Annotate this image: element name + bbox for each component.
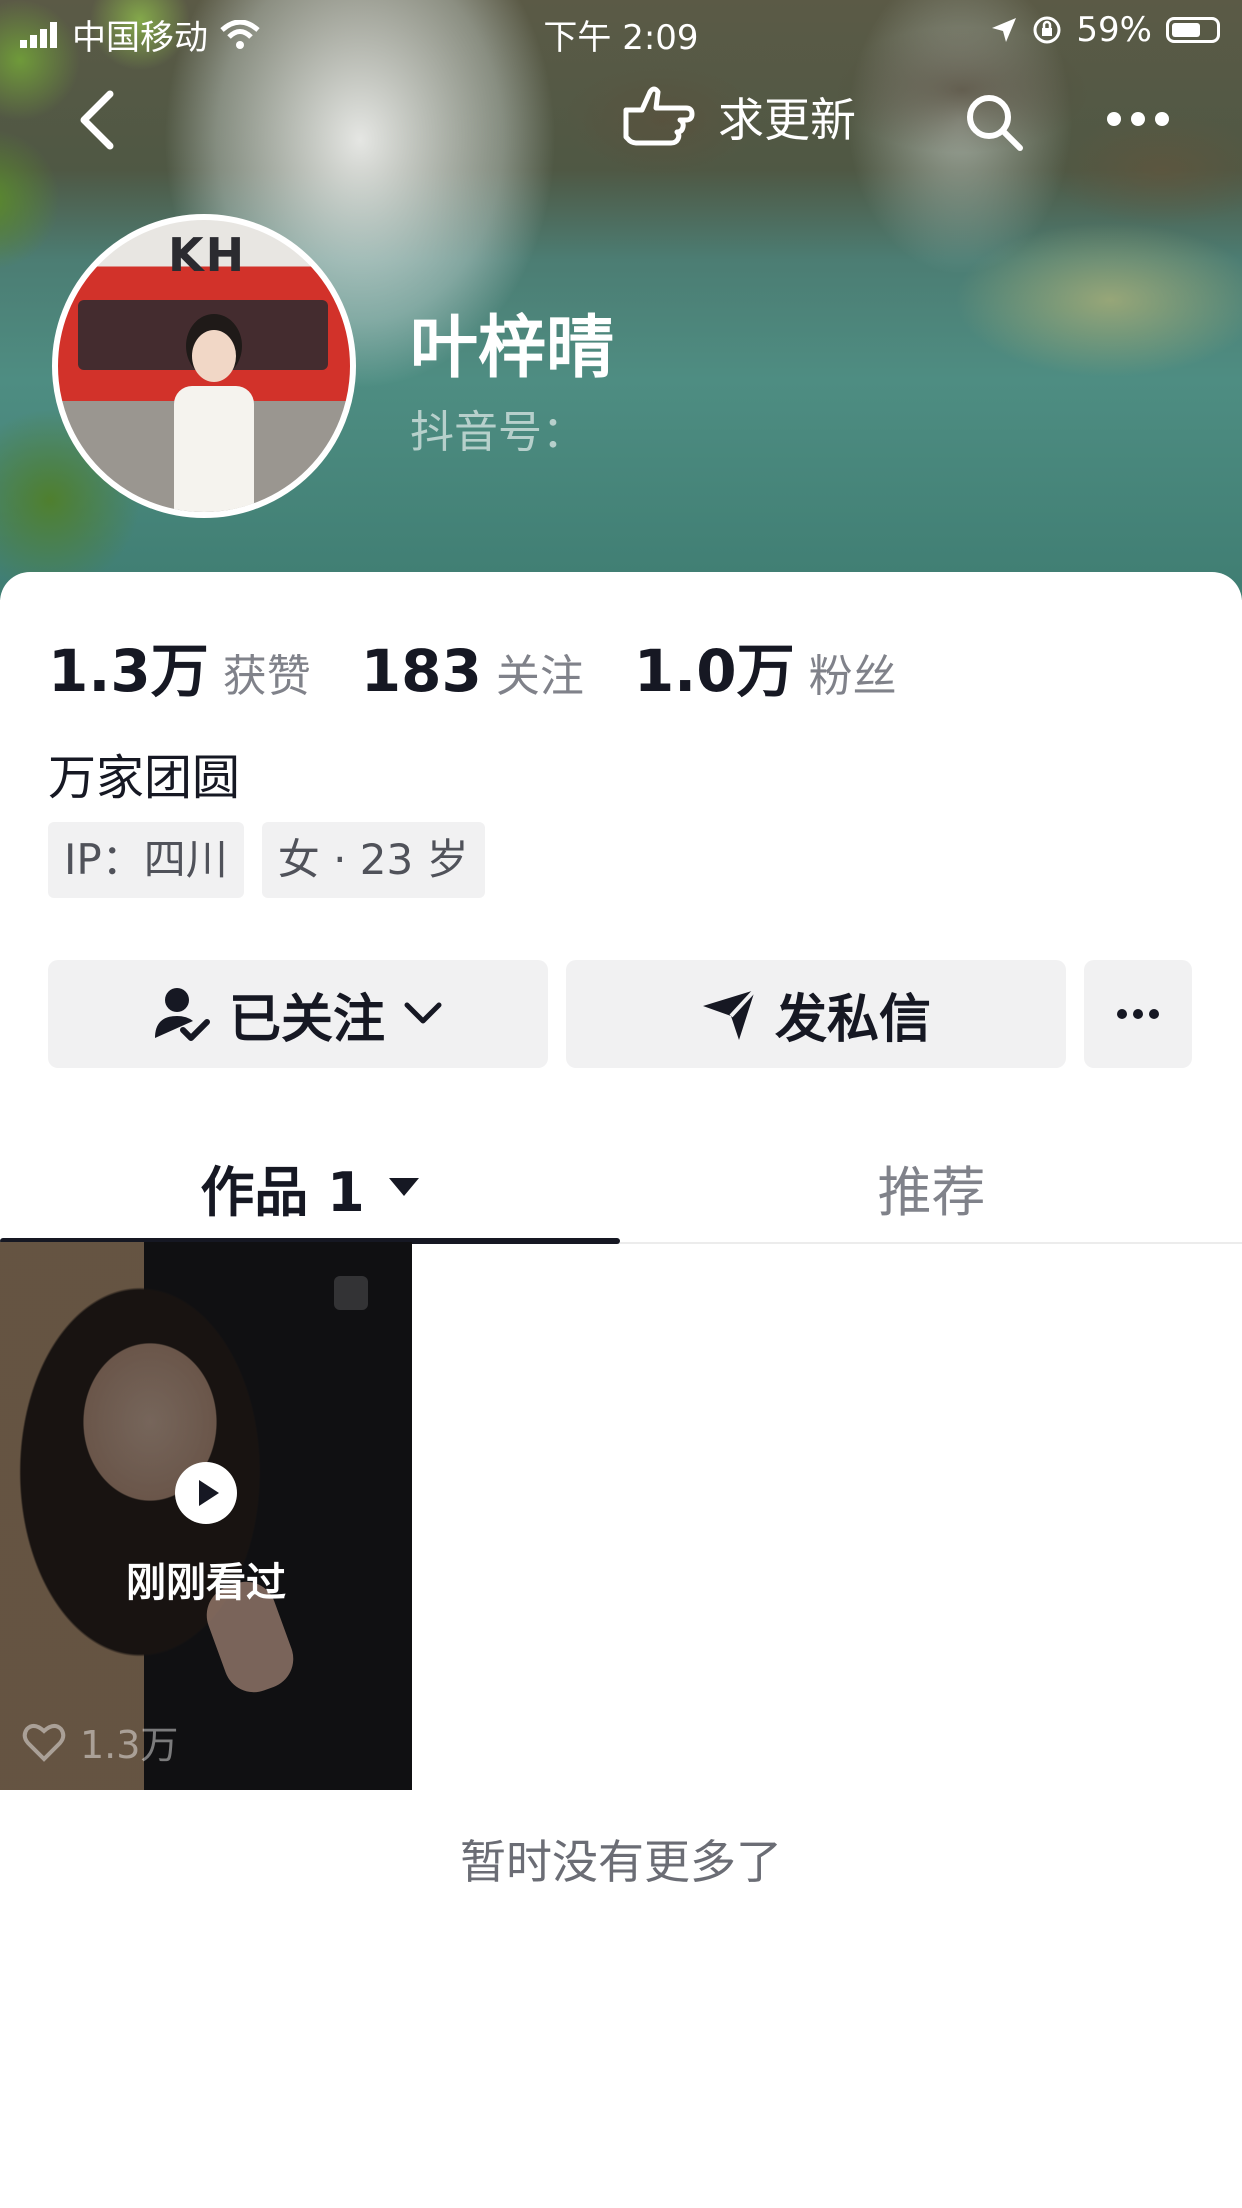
thumbnail-corner-box (334, 1276, 368, 1310)
top-nav: 求更新 (0, 70, 1242, 170)
tag-ip-location: IP：四川 (48, 822, 244, 898)
stat-followers-label: 粉丝 (808, 651, 897, 702)
user-check-icon (154, 988, 210, 1041)
followed-label: 已关注 (228, 989, 385, 1050)
profile-panel: 1.3万 获赞 183 关注 1.0万 粉丝 万家团圆 IP：四川 女 · 23… (0, 572, 1242, 2208)
avatar-bus-sign: KH (168, 228, 247, 282)
avatar-person-head (192, 330, 236, 382)
status-bar: 中国移动 下午 2:09 59% (0, 0, 1242, 62)
more-dots-icon (1107, 112, 1169, 126)
tab-recommend[interactable]: 推荐 (621, 1132, 1242, 1242)
just-watched-label: 刚刚看过 (126, 1560, 286, 1606)
send-icon (702, 988, 757, 1040)
video-likes-count: 1.3万 (80, 1723, 179, 1767)
tab-works[interactable]: 作品 1 (0, 1132, 621, 1242)
content-tabs: 作品 1 推荐 (0, 1132, 1242, 1244)
chevron-down-icon (404, 1002, 442, 1024)
play-icon (175, 1462, 237, 1524)
douyin-id[interactable]: 抖音号： (410, 396, 586, 460)
stat-following-value: 183 (360, 637, 482, 705)
avatar-person (168, 330, 258, 512)
send-message-button[interactable]: 发私信 (566, 960, 1066, 1068)
caret-down-icon (388, 1178, 419, 1196)
action-buttons: 已关注 发私信 (48, 960, 1192, 1068)
status-right: 59% (990, 10, 1220, 50)
send-message-label: 发私信 (774, 989, 931, 1050)
stat-likes-value: 1.3万 (48, 637, 209, 705)
profile-name: 叶梓晴 (410, 309, 615, 388)
tab-works-label: 作品 1 (200, 1160, 365, 1224)
stat-likes-label: 获赞 (222, 651, 311, 702)
profile-tags: IP：四川 女 · 23 岁 (48, 822, 485, 898)
stat-followers[interactable]: 1.0万 粉丝 (634, 624, 897, 708)
video-thumbnail[interactable]: 刚刚看过 1.3万 (0, 1242, 412, 1790)
more-actions-button[interactable] (1084, 960, 1192, 1068)
stat-likes[interactable]: 1.3万 获赞 (48, 624, 311, 708)
back-button[interactable] (70, 88, 130, 152)
request-update-button[interactable]: 求更新 (620, 84, 856, 150)
stats-row: 1.3万 获赞 183 关注 1.0万 粉丝 (48, 624, 947, 708)
avatar-person-body (174, 386, 254, 512)
profile-bio: 万家团圆 (48, 750, 241, 806)
stat-followers-value: 1.0万 (633, 637, 795, 705)
battery-percent: 59% (1076, 10, 1152, 50)
request-update-label: 求更新 (718, 93, 856, 147)
more-dots-icon (1117, 1009, 1159, 1019)
search-button[interactable] (962, 90, 1026, 154)
more-options-button[interactable] (1106, 104, 1170, 134)
tag-gender-age: 女 · 23 岁 (261, 822, 485, 898)
avatar[interactable]: KH (52, 214, 356, 518)
no-more-content-text: 暂时没有更多了 (460, 1835, 782, 1889)
orientation-lock-icon (1033, 16, 1061, 44)
stat-following-label: 关注 (495, 651, 584, 702)
followed-button[interactable]: 已关注 (48, 960, 548, 1068)
pointing-hand-icon (623, 86, 695, 146)
tab-recommend-label: 推荐 (877, 1160, 986, 1224)
search-icon (967, 95, 1023, 151)
location-arrow-icon (992, 18, 1017, 42)
stat-following[interactable]: 183 关注 (361, 637, 584, 705)
back-arrow-icon (80, 90, 114, 150)
video-likes: 1.3万 (22, 1714, 178, 1769)
heart-icon (22, 1723, 66, 1762)
battery-icon (1166, 17, 1220, 43)
